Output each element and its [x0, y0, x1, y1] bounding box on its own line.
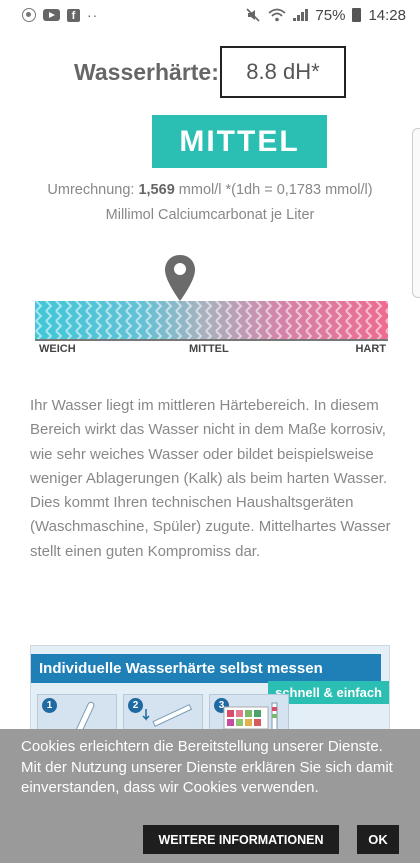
cookie-ok-button[interactable]: OK [357, 825, 399, 854]
battery-percent: 75% [315, 6, 346, 24]
mute-icon [246, 8, 260, 22]
hardness-label: Wasserhärte: [74, 58, 219, 85]
status-bar: f ·· 75% 14:28 [0, 0, 420, 30]
hardness-row: Wasserhärte: 8.8 dH* [74, 46, 346, 98]
status-bar-right: 75% 14:28 [245, 7, 406, 24]
scale-label-soft: WEICH [39, 343, 76, 355]
hardness-value-box: 8.8 dH* [220, 46, 346, 98]
scale-baseline [35, 339, 388, 341]
youtube-icon [43, 9, 60, 21]
sos-icon [22, 8, 36, 22]
cookie-banner: Cookies erleichtern die Bereitstellung u… [0, 729, 420, 863]
conversion-text: Umrechnung: 1,569 mmol/l *(1dh = 0,1783 … [30, 178, 390, 228]
facebook-icon: f [67, 8, 80, 22]
wifi-icon [268, 8, 287, 22]
more-information-button[interactable]: WEITERE INFORMATIONEN [143, 825, 339, 854]
scrollbar-thumb[interactable] [412, 128, 420, 298]
battery-icon [352, 8, 362, 22]
conversion-value: 1,569 [138, 182, 175, 198]
cookie-text: Cookies erleichtern die Bereitstellung u… [21, 738, 393, 796]
clock: 14:28 [368, 6, 406, 24]
test-kit-banner[interactable]: Individuelle Wasserhärte selbst messen s… [30, 645, 390, 735]
conversion-prefix: Umrechnung: [47, 182, 139, 198]
status-bar-left: f ·· [22, 7, 98, 23]
signal-icon [293, 9, 309, 21]
scale-label-hard: HART [355, 343, 386, 355]
more-dots-icon: ·· [87, 7, 99, 23]
scale-label-medium: MITTEL [189, 343, 229, 355]
hardness-description: Ihr Wasser liegt im mittleren Härteberei… [30, 397, 391, 560]
hardness-scale: WEICH MITTEL HART [35, 295, 388, 357]
banner-title: Individuelle Wasserhärte selbst messen [31, 654, 381, 683]
hardness-level-badge: MITTEL [152, 115, 327, 168]
scale-gradient-bar [35, 301, 388, 339]
